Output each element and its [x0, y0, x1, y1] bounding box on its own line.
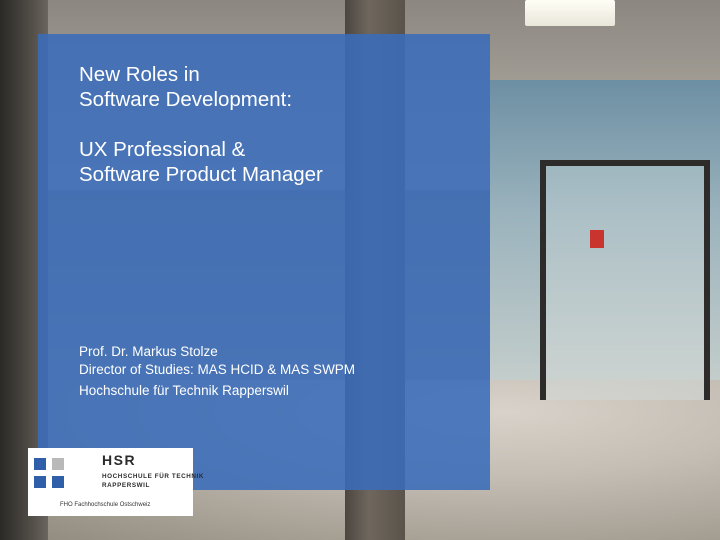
logo-square [52, 476, 64, 488]
hsr-logo: HSR HOCHSCHULE FÜR TECHNIK RAPPERSWIL FH… [28, 448, 203, 516]
revolving-door [540, 160, 710, 400]
title-line: New Roles in [79, 63, 200, 86]
title-line: Software Development: [79, 88, 293, 111]
logo-square [52, 458, 64, 470]
logo-abbr: HSR [102, 452, 137, 468]
logo-square [34, 458, 46, 470]
slide-title: New Roles in Software Development: UX Pr… [79, 62, 479, 187]
logo-line1: HOCHSCHULE FÜR TECHNIK [102, 473, 205, 480]
title-line: UX Professional & [79, 138, 246, 161]
presenter-info: Prof. Dr. Markus Stolze Director of Stud… [79, 343, 479, 400]
logo-subtitle: FHO Fachhochschule Ostschweiz [60, 502, 151, 508]
institution: Hochschule für Technik Rapperswil [79, 383, 289, 398]
logo-square [34, 476, 46, 488]
ceiling-lamp [525, 0, 615, 26]
title-line: Software Product Manager [79, 163, 323, 186]
presenter-role: Director of Studies: MAS HCID & MAS SWPM [79, 362, 356, 377]
presenter-name: Prof. Dr. Markus Stolze [79, 344, 218, 359]
red-sign [590, 230, 604, 248]
logo-line2: RAPPERSWIL [102, 482, 150, 489]
